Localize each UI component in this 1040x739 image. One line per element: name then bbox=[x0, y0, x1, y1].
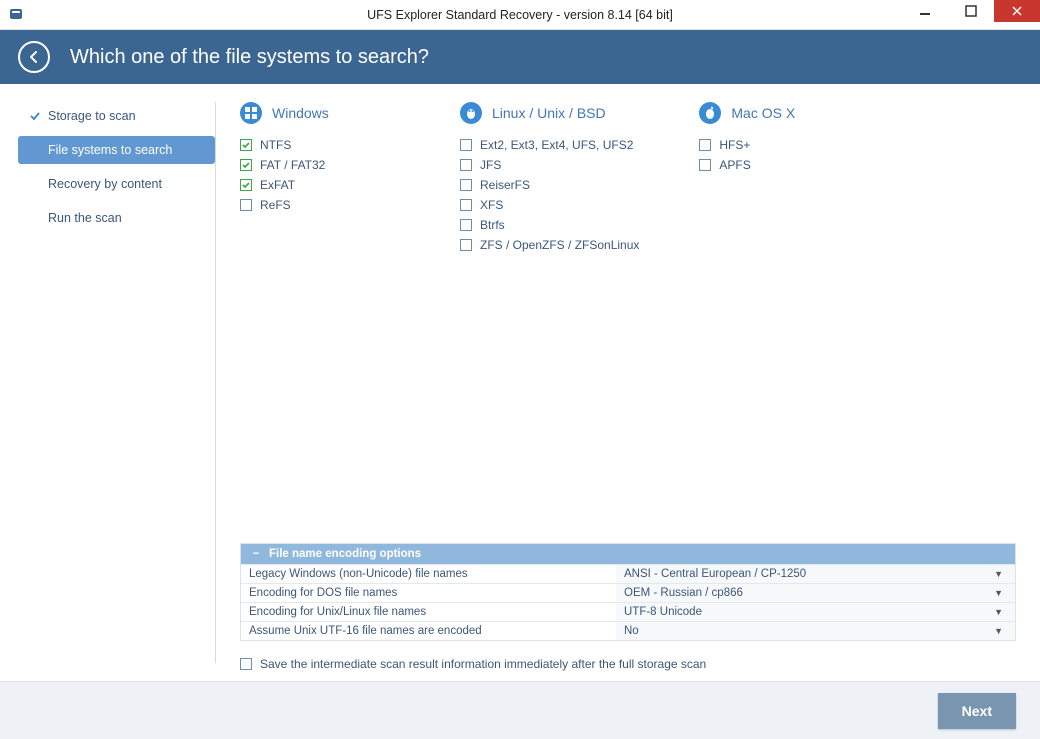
checkbox[interactable] bbox=[240, 159, 252, 171]
fs-checkbox-row[interactable]: JFS bbox=[460, 158, 639, 172]
fs-group-header-linux[interactable]: Linux / Unix / BSD bbox=[460, 102, 639, 124]
checkbox[interactable] bbox=[699, 139, 711, 151]
dropdown-caret-icon: ▼ bbox=[994, 607, 1003, 617]
encoding-dropdown[interactable]: No ▼ bbox=[616, 622, 1015, 640]
save-intermediate-checkbox[interactable] bbox=[240, 658, 252, 670]
fs-checkbox-row[interactable]: Ext2, Ext3, Ext4, UFS, UFS2 bbox=[460, 138, 639, 152]
encoding-options-title: File name encoding options bbox=[269, 548, 421, 560]
dropdown-caret-icon: ▼ bbox=[994, 569, 1003, 579]
fs-label: ReiserFS bbox=[480, 178, 530, 192]
linux-icon bbox=[460, 102, 482, 124]
checkbox[interactable] bbox=[460, 199, 472, 211]
fs-checkbox-row[interactable]: ReFS bbox=[240, 198, 400, 212]
apple-icon bbox=[699, 102, 721, 124]
collapse-icon[interactable]: − bbox=[251, 548, 261, 560]
fs-label: Btrfs bbox=[480, 218, 505, 232]
checkbox[interactable] bbox=[460, 179, 472, 191]
footer-bar: Next bbox=[0, 681, 1040, 739]
app-icon bbox=[8, 6, 26, 24]
fs-label: FAT / FAT32 bbox=[260, 158, 325, 172]
checkbox[interactable] bbox=[240, 139, 252, 151]
fs-group-linux: Linux / Unix / BSD Ext2, Ext3, Ext4, UFS… bbox=[460, 102, 639, 258]
windows-icon bbox=[240, 102, 262, 124]
checkbox[interactable] bbox=[460, 239, 472, 251]
dropdown-caret-icon: ▼ bbox=[994, 588, 1003, 598]
fs-label: ReFS bbox=[260, 198, 291, 212]
fs-checkbox-row[interactable]: Btrfs bbox=[460, 218, 639, 232]
encoding-row: Assume Unix UTF-16 file names are encode… bbox=[241, 621, 1015, 640]
fs-group-header-windows[interactable]: Windows bbox=[240, 102, 400, 124]
encoding-label: Encoding for DOS file names bbox=[241, 584, 616, 602]
fs-checkbox-row[interactable]: NTFS bbox=[240, 138, 400, 152]
checkbox[interactable] bbox=[460, 139, 472, 151]
fs-label: JFS bbox=[480, 158, 501, 172]
checkbox[interactable] bbox=[240, 199, 252, 211]
check-icon bbox=[28, 110, 42, 122]
minimize-button[interactable] bbox=[902, 0, 948, 22]
wizard-step-0[interactable]: Storage to scan bbox=[18, 102, 215, 130]
encoding-dropdown[interactable]: UTF-8 Unicode ▼ bbox=[616, 603, 1015, 621]
encoding-row: Encoding for DOS file names OEM - Russia… bbox=[241, 583, 1015, 602]
next-button[interactable]: Next bbox=[938, 693, 1016, 729]
wizard-steps-sidebar: Storage to scan File systems to search Rec… bbox=[0, 84, 215, 681]
dropdown-caret-icon: ▼ bbox=[994, 626, 1003, 636]
maximize-button[interactable] bbox=[948, 0, 994, 22]
fs-group-windows: Windows NTFS FAT / FAT32 ExFAT ReFS bbox=[240, 102, 400, 258]
encoding-row: Legacy Windows (non-Unicode) file names … bbox=[241, 564, 1015, 583]
encoding-options-header[interactable]: − File name encoding options bbox=[241, 544, 1015, 564]
window-controls bbox=[902, 0, 1040, 24]
fs-checkbox-row[interactable]: ZFS / OpenZFS / ZFSonLinux bbox=[460, 238, 639, 252]
filesystem-columns: Windows NTFS FAT / FAT32 ExFAT ReFS Linu… bbox=[240, 102, 1016, 258]
fs-label: HFS+ bbox=[719, 138, 750, 152]
fs-checkbox-row[interactable]: FAT / FAT32 bbox=[240, 158, 400, 172]
checkbox[interactable] bbox=[460, 159, 472, 171]
fs-group-apple: Mac OS X HFS+ APFS bbox=[699, 102, 859, 258]
wizard-step-3[interactable]: Run the scan bbox=[18, 204, 215, 232]
fs-label: ZFS / OpenZFS / ZFSonLinux bbox=[480, 238, 639, 252]
page-title: Which one of the file systems to search? bbox=[70, 46, 429, 69]
save-intermediate-label: Save the intermediate scan result inform… bbox=[260, 657, 706, 671]
fs-label: APFS bbox=[719, 158, 750, 172]
fs-checkbox-row[interactable]: HFS+ bbox=[699, 138, 859, 152]
encoding-dropdown[interactable]: OEM - Russian / cp866 ▼ bbox=[616, 584, 1015, 602]
title-bar: UFS Explorer Standard Recovery - version… bbox=[0, 0, 1040, 30]
page-banner: Which one of the file systems to search? bbox=[0, 30, 1040, 84]
fs-checkbox-row[interactable]: ReiserFS bbox=[460, 178, 639, 192]
fs-checkbox-row[interactable]: XFS bbox=[460, 198, 639, 212]
encoding-options-panel: − File name encoding options Legacy Wind… bbox=[240, 543, 1016, 641]
fs-label: Ext2, Ext3, Ext4, UFS, UFS2 bbox=[480, 138, 633, 152]
checkbox[interactable] bbox=[240, 179, 252, 191]
checkbox[interactable] bbox=[460, 219, 472, 231]
wizard-step-1[interactable]: File systems to search bbox=[18, 136, 215, 164]
encoding-label: Assume Unix UTF-16 file names are encode… bbox=[241, 622, 616, 640]
encoding-row: Encoding for Unix/Linux file names UTF-8… bbox=[241, 602, 1015, 621]
close-button[interactable] bbox=[994, 0, 1040, 22]
window-title: UFS Explorer Standard Recovery - version… bbox=[0, 8, 1040, 22]
back-button[interactable] bbox=[18, 41, 50, 73]
main-panel: Windows NTFS FAT / FAT32 ExFAT ReFS Linu… bbox=[216, 84, 1040, 681]
fs-label: XFS bbox=[480, 198, 503, 212]
fs-group-header-apple[interactable]: Mac OS X bbox=[699, 102, 859, 124]
fs-checkbox-row[interactable]: ExFAT bbox=[240, 178, 400, 192]
fs-label: ExFAT bbox=[260, 178, 295, 192]
encoding-dropdown[interactable]: ANSI - Central European / CP-1250 ▼ bbox=[616, 565, 1015, 583]
page-body: Storage to scan File systems to search Rec… bbox=[0, 84, 1040, 681]
fs-checkbox-row[interactable]: APFS bbox=[699, 158, 859, 172]
checkbox[interactable] bbox=[699, 159, 711, 171]
encoding-label: Encoding for Unix/Linux file names bbox=[241, 603, 616, 621]
encoding-label: Legacy Windows (non-Unicode) file names bbox=[241, 565, 616, 583]
wizard-step-2[interactable]: Recovery by content bbox=[18, 170, 215, 198]
fs-label: NTFS bbox=[260, 138, 291, 152]
save-intermediate-row[interactable]: Save the intermediate scan result inform… bbox=[240, 657, 1016, 671]
